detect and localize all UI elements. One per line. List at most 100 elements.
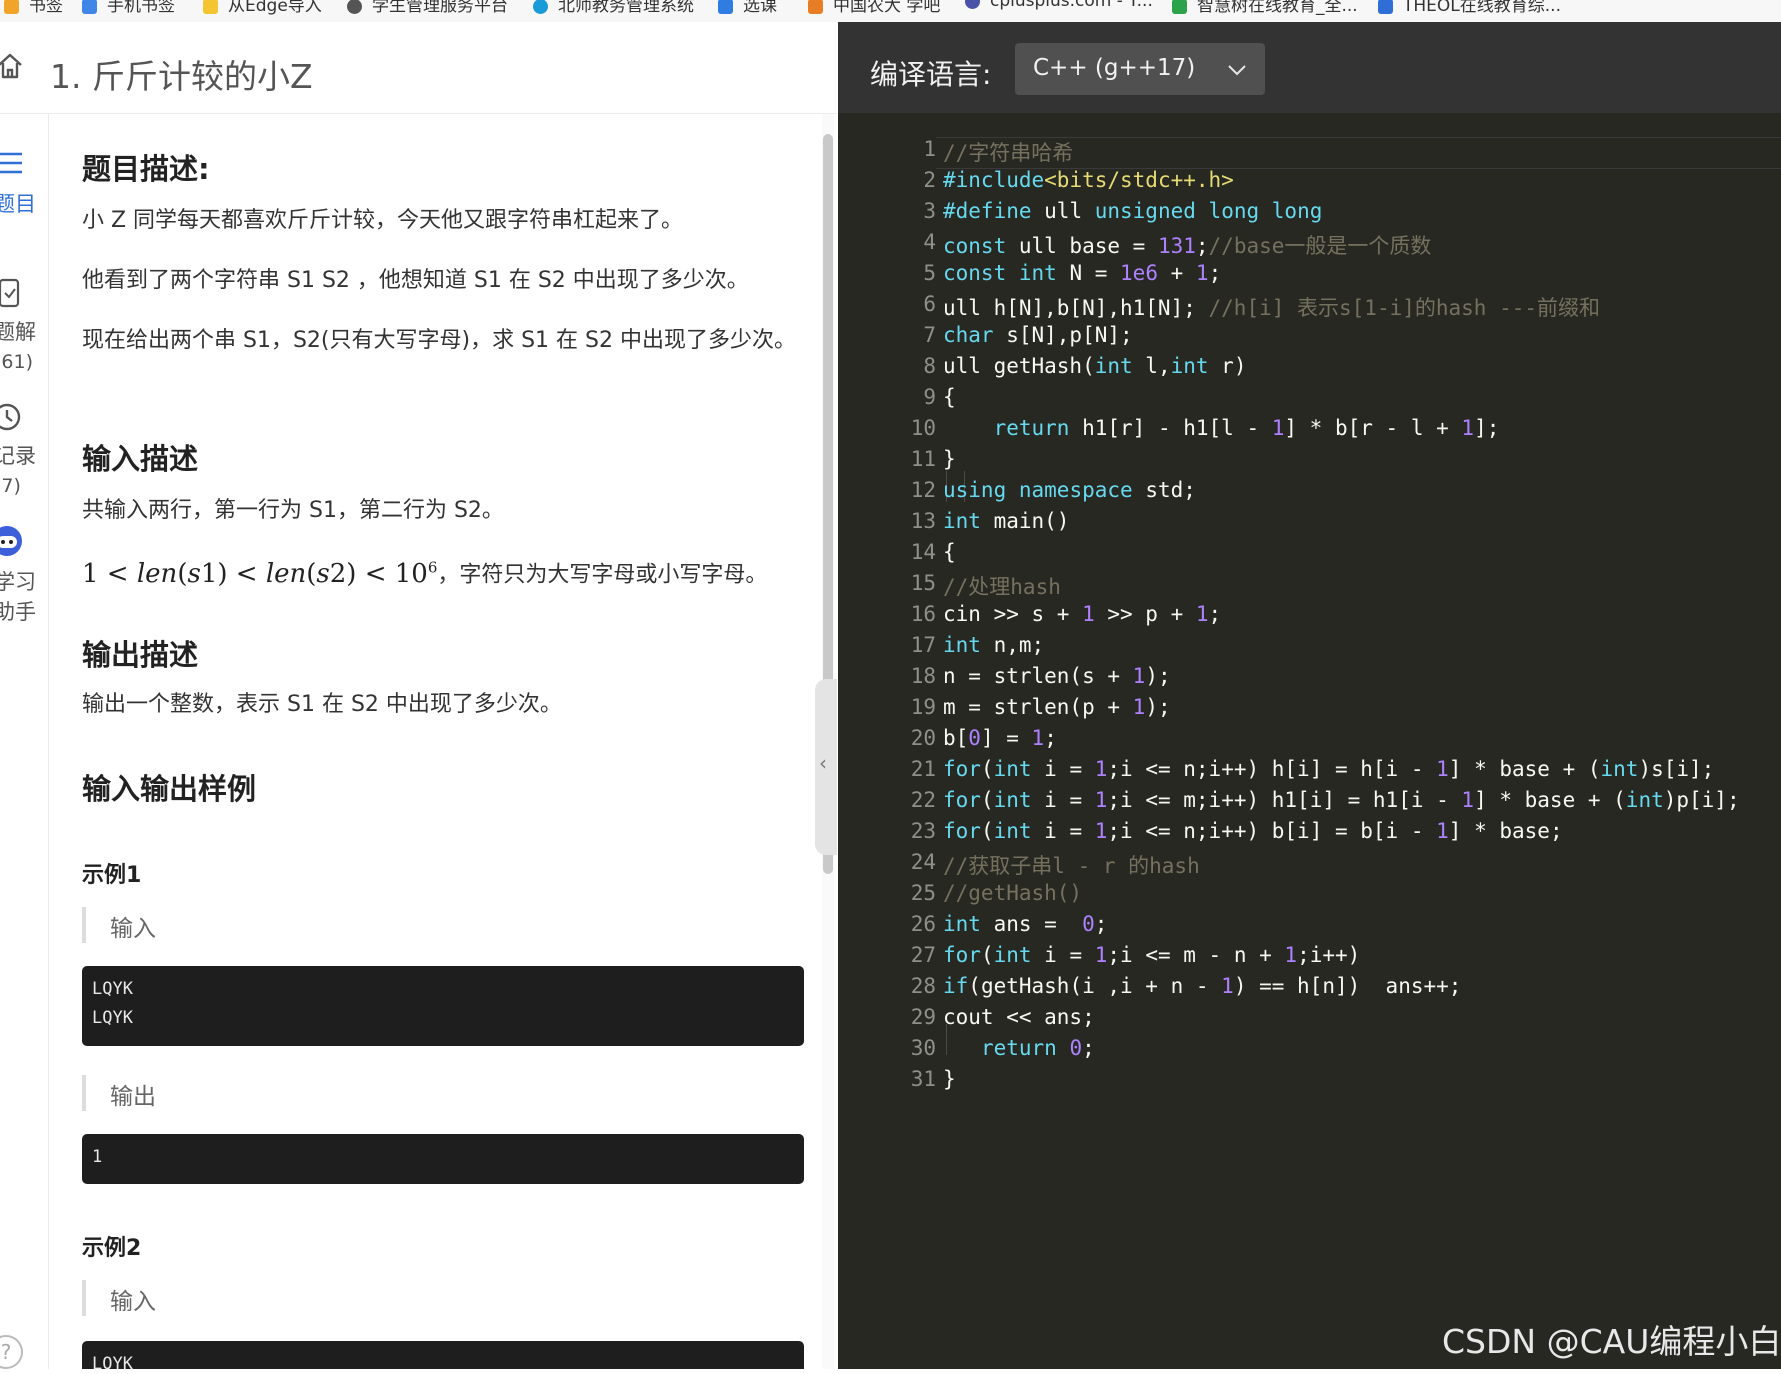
line-number: 23 [910,819,936,843]
bookmarks-bar: 书签 手机书签 从Edge导入 学生管理服务平台 北师教务管理系统 选课 中国农… [0,0,1781,23]
line-number: 2 [923,168,936,192]
code-line: { [943,385,956,409]
sample-input-box[interactable]: LQYK [82,1341,804,1369]
sample-input-label: 输入 [82,907,801,943]
line-number: 28 [910,974,936,998]
line-number: 27 [910,943,936,967]
help-icon: ? [0,1334,24,1374]
description-paragraph: 小 Z 同学每天都喜欢斤斤计较，今天他又跟字符串杠起来了。 [82,208,684,233]
site-icon [965,0,980,9]
line-number: 12 [910,478,936,502]
line-number: 26 [910,912,936,936]
code-line: } [943,447,956,471]
site-icon [533,0,548,14]
line-number: 24 [910,850,936,874]
clock-icon [0,402,22,436]
description-paragraph: 现在给出两个串 S1，S2(只有大写字母)，求 S1 在 S2 中出现了多少次。 [82,328,796,353]
line-number: 4 [923,230,936,254]
robot-icon [0,524,24,562]
bookmark-item[interactable]: 北师教务管理系统 [533,0,694,16]
code-line: for(int i = 1;i <= n;i++) h[i] = h[i - 1… [943,757,1715,781]
line-number: 10 [910,416,936,440]
site-icon [1378,0,1393,14]
line-number: 5 [923,261,936,285]
bookmark-item[interactable]: 中国农大 学吧 [808,0,940,16]
bookmark-item[interactable]: 书签 [4,0,63,16]
bookmark-item[interactable]: 从Edge导入 [203,0,322,16]
folder-icon [4,0,19,14]
code-editor[interactable]: 1 2 3 4 5 6 7 8 9 10 11 12 13 14 15 16 1… [838,113,1781,1369]
bookmark-item[interactable]: 智慧树在线教育_全... [1172,0,1358,16]
output-description: 输出一个整数，表示 S1 在 S2 中出现了多少次。 [82,692,562,717]
language-label: 编译语言: [870,58,992,91]
code-line: m = strlen(p + 1); [943,695,1171,719]
chevron-down-icon [1228,61,1246,80]
sample-input-label: 输入 [82,1280,801,1316]
code-line: ull getHash(int l,int r) [943,354,1247,378]
code-line: if(getHash(i ,i + n - 1) == h[n]) ans++; [943,974,1462,998]
input-heading: 输入描述 [82,442,199,476]
code-line: cin >> s + 1 >> p + 1; [943,602,1222,626]
problem-pane: 1. 斤斤计较的小Z 题目 题解 (61) 记录 (7) 学 [0,22,837,1369]
site-icon [808,0,823,14]
bookmark-item[interactable]: cplusplus.com - T... [965,0,1153,11]
code-line: const ull base = 131;//base一般是一个质数 [943,234,1432,258]
sample-title: 示例1 [82,863,142,888]
language-select[interactable]: C++ (g++17) [1015,43,1265,95]
code-line: #define ull unsigned long long [943,199,1323,223]
line-number: 17 [910,633,936,657]
problem-title-bar: 1. 斤斤计较的小Z [0,22,837,114]
line-number: 31 [910,1067,936,1091]
input-description: 共输入两行，第一行为 S1，第二行为 S2。 [82,498,504,523]
line-number: 22 [910,788,936,812]
code-line: n = strlen(s + 1); [943,664,1171,688]
line-number: 8 [923,354,936,378]
code-line: for(int i = 1;i <= m;i++) h1[i] = h1[i -… [943,788,1740,812]
bookmark-item[interactable]: 手机书签 [82,0,175,16]
bookmark-item[interactable]: THEOL在线教育综... [1378,0,1561,16]
language-bar: 编译语言: C++ (g++17) [838,22,1781,113]
folder-icon [82,0,97,14]
document-icon [0,278,22,312]
home-icon[interactable] [0,52,24,84]
page-title: 1. 斤斤计较的小Z [50,57,313,96]
line-number: 14 [910,540,936,564]
side-rail: 题目 题解 (61) 记录 (7) 学习 助手 ? [0,114,49,1369]
code-line: { [943,540,956,564]
line-number: 3 [923,199,936,223]
list-icon [0,150,24,180]
sample-input-box[interactable]: LQYK LQYK [82,966,804,1046]
line-number: 16 [910,602,936,626]
code-line: //获取子串l - r 的hash [943,854,1200,878]
sample-output-box[interactable]: 1 [82,1134,804,1184]
editor-pane: 编译语言: C++ (g++17) 1 2 3 4 5 6 7 8 9 10 1… [838,22,1781,1369]
code-line: int ans = 0; [943,912,1108,936]
code-line: return h1[r] - h1[l - 1] * b[r - l + 1]; [993,416,1500,440]
code-line: } [943,1067,956,1091]
watermark: CSDN @CAU编程小白 [1442,1322,1781,1361]
line-number: 11 [910,447,936,471]
line-number: 13 [910,509,936,533]
site-icon [1172,0,1187,14]
code-line: ull h[N],b[N],h1[N]; //h[i] 表示s[1-i]的has… [943,296,1601,320]
line-number: 18 [910,664,936,688]
line-number: 20 [910,726,936,750]
line-number: 25 [910,881,936,905]
bookmark-item[interactable]: 选课 [718,0,777,16]
code-line: for(int i = 1;i <= m - n + 1;i++) [943,943,1361,967]
code-line: return 0; [980,1036,1095,1060]
code-line: //getHash() [943,881,1083,905]
collapse-panel-handle[interactable]: ‹ [815,679,837,855]
line-number: 9 [923,385,936,409]
code-line: b[0] = 1; [943,726,1057,750]
code-line: //处理hash [943,575,1061,599]
code-line: char s[N],p[N]; [943,323,1133,347]
code-line: const int N = 1e6 + 1; [943,261,1222,285]
description-paragraph: 他看到了两个字符串 S1 S2 ，他想知道 S1 在 S2 中出现了多少次。 [82,268,749,293]
code-line: int n,m; [943,633,1045,657]
bookmark-item[interactable]: 学生管理服务平台 [347,0,508,16]
site-icon [718,0,733,14]
code-line: //字符串哈希 [943,141,1074,165]
folder-icon [203,0,218,14]
sample-title: 示例2 [82,1236,142,1261]
